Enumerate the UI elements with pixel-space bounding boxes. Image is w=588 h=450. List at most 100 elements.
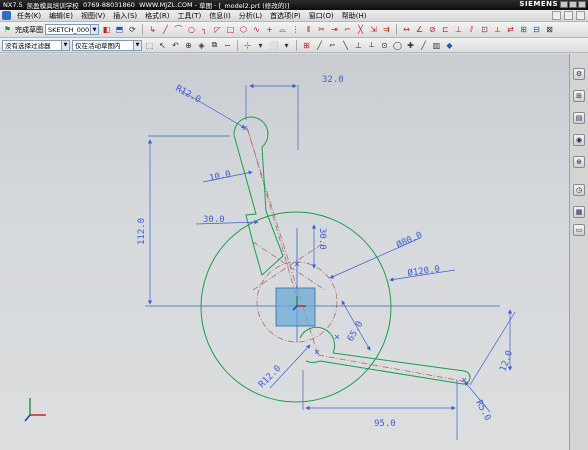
selection-scope-select[interactable]: 仅在活动草图内 ▼ (72, 39, 142, 51)
alternate-solution-icon[interactable]: ⇄ (505, 24, 516, 35)
select-all-icon[interactable]: ⊕ (183, 40, 194, 51)
lower-arc-connector[interactable] (305, 360, 321, 363)
derived-line-icon[interactable]: ⇉ (381, 24, 392, 35)
menu-preferences[interactable]: 首选项(P) (266, 11, 305, 21)
doc-minimize-button[interactable] (552, 11, 561, 20)
dimension-icon[interactable]: ↔ (401, 24, 412, 35)
update-model-icon[interactable]: ⟳ (127, 24, 138, 35)
dim-30-horizontal[interactable]: 30.0 (203, 215, 225, 225)
select-region-dropdown-icon[interactable]: ▾ (281, 40, 292, 51)
line-icon[interactable]: ╱ (160, 24, 171, 35)
dim-95[interactable]: 95.0 (374, 419, 396, 429)
show-constraints-icon[interactable]: ⊡ (479, 24, 490, 35)
finish-sketch-label[interactable]: 完成草图 (15, 25, 43, 35)
select-features-icon[interactable]: ⬚ (144, 40, 155, 51)
project-curve-icon[interactable]: ⇲ (368, 24, 379, 35)
sketch-drawing[interactable]: R12.0 32.0 112.0 10.0 30.0 30.0 Ø80.0 Ø1… (0, 54, 569, 450)
spline-icon[interactable]: ∿ (251, 24, 262, 35)
snap-midpoint-icon[interactable]: ╱ (314, 40, 325, 51)
history-icon[interactable]: ◷ (573, 184, 585, 196)
point-icon[interactable]: + (264, 24, 275, 35)
finish-sketch-icon[interactable]: ⚑ (2, 24, 13, 35)
dim-dia-120[interactable]: Ø120.0 (407, 264, 441, 279)
make-corner-icon[interactable]: ╳ (355, 24, 366, 35)
dim-65[interactable]: 65.0 (346, 320, 366, 344)
menu-help[interactable]: 帮助(H) (338, 11, 371, 21)
close-button[interactable] (578, 1, 586, 8)
rectangle-icon[interactable]: □ (225, 24, 236, 35)
circle-icon[interactable]: ○ (186, 24, 197, 35)
perimeter-dim-icon[interactable]: ⊏ (440, 24, 451, 35)
constraints-icon[interactable]: ⊥ (453, 24, 464, 35)
menu-format[interactable]: 格式(R) (141, 11, 173, 21)
dim-30-vertical[interactable]: 30.0 (317, 228, 327, 250)
snap-on-curve-icon[interactable]: ✚ (405, 40, 416, 51)
menu-edit[interactable]: 编辑(E) (45, 11, 77, 21)
part-navigator-icon[interactable]: ▤ (573, 112, 585, 124)
dim-112[interactable]: 112.0 (137, 218, 147, 245)
snap-tangent-icon[interactable]: ⟂ (366, 40, 377, 51)
sketch-geometry[interactable] (200, 116, 471, 403)
system-materials-icon[interactable]: ▦ (573, 206, 585, 218)
maximize-button[interactable] (569, 1, 577, 8)
create-inferred-icon[interactable]: ⊟ (531, 24, 542, 35)
menu-insert[interactable]: 插入(S) (109, 11, 141, 21)
orient-view-icon[interactable]: ◧ (101, 24, 112, 35)
select-face-icon[interactable]: ◈ (196, 40, 207, 51)
snap-options-icon[interactable]: ▾ (255, 40, 266, 51)
reuse-library-icon[interactable]: ◉ (573, 134, 585, 146)
trim-icon[interactable]: ✂ (316, 24, 327, 35)
dim-10[interactable]: 10.0 (209, 170, 232, 184)
roles-icon[interactable]: ▭ (573, 224, 585, 236)
snap-bounded-icon[interactable]: ▥ (431, 40, 442, 51)
select-region-icon[interactable]: ⬜ (268, 40, 279, 51)
snap-point-icon[interactable]: ⊹ (242, 40, 253, 51)
pattern-icon[interactable]: ⋮ (290, 24, 301, 35)
inferred-constraints-icon[interactable]: ⊞ (518, 24, 529, 35)
fillet-icon[interactable]: ╮ (199, 24, 210, 35)
arc-icon[interactable]: ⌒ (173, 24, 184, 35)
constraint-navigator-icon[interactable]: ⊞ (573, 90, 585, 102)
snap-arc-center-icon[interactable]: ⊥ (353, 40, 364, 51)
dim-r12-top[interactable]: R12.0 (174, 84, 203, 106)
menu-view[interactable]: 视图(V) (77, 11, 109, 21)
select-curve-icon[interactable]: ∽ (222, 40, 233, 51)
dim-32[interactable]: 32.0 (322, 75, 344, 85)
snap-on-surface-icon[interactable]: ╱ (418, 40, 429, 51)
menu-info[interactable]: 信息(I) (205, 11, 235, 21)
snap-endpoint-icon[interactable]: ⊞ (301, 40, 312, 51)
angular-dim-icon[interactable]: ∠ (414, 24, 425, 35)
dim-r5[interactable]: R5.0 (473, 399, 492, 423)
mirror-icon[interactable]: ⫴ (303, 24, 314, 35)
doc-close-button[interactable] (576, 11, 585, 20)
dim-r12-bottom[interactable]: R12.0 (257, 364, 283, 390)
extend-icon[interactable]: ⇥ (329, 24, 340, 35)
reattach-icon[interactable]: ⬒ (114, 24, 125, 35)
minimize-button[interactable] (560, 1, 568, 8)
snap-quadrant-icon[interactable]: ⊙ (379, 40, 390, 51)
selection-filter-select[interactable]: 没有选择过滤器 ▼ (2, 39, 70, 51)
select-body-icon[interactable]: ⧉ (209, 40, 220, 51)
upper-arm-outline[interactable] (233, 134, 284, 276)
snap-control-icon[interactable]: ⌐ (327, 40, 338, 51)
undo-select-icon[interactable]: ↶ (170, 40, 181, 51)
general-select-icon[interactable]: ↖ (157, 40, 168, 51)
graphics-window[interactable]: R12.0 32.0 112.0 10.0 30.0 30.0 Ø80.0 Ø1… (0, 54, 569, 450)
dim-dia-80[interactable]: Ø80.0 (395, 230, 424, 251)
snap-intersection-icon[interactable]: ╲ (340, 40, 351, 51)
dim-12[interactable]: 12.0 (498, 349, 515, 373)
profile-icon[interactable]: ↳ (147, 24, 158, 35)
menu-task[interactable]: 任务(K) (13, 11, 45, 21)
convert-reference-icon[interactable]: ⟂ (492, 24, 503, 35)
bottom-arc-r12[interactable] (299, 326, 336, 354)
menu-analysis[interactable]: 分析(L) (235, 11, 266, 21)
corner-icon[interactable]: ⌐ (342, 24, 353, 35)
snap-existing-icon[interactable]: ◯ (392, 40, 403, 51)
chamfer-icon[interactable]: ◸ (212, 24, 223, 35)
snap-3d-icon[interactable]: ◆ (444, 40, 455, 51)
dimension-texts[interactable]: R12.0 32.0 112.0 10.0 30.0 30.0 Ø80.0 Ø1… (137, 75, 515, 429)
auto-constrain-icon[interactable]: ⫽ (466, 24, 477, 35)
continuous-dim-icon[interactable]: ⊠ (544, 24, 555, 35)
sketch-name-select[interactable]: SKETCH_000 ▼ (45, 24, 99, 35)
offset-curve-icon[interactable]: ⌓ (277, 24, 288, 35)
